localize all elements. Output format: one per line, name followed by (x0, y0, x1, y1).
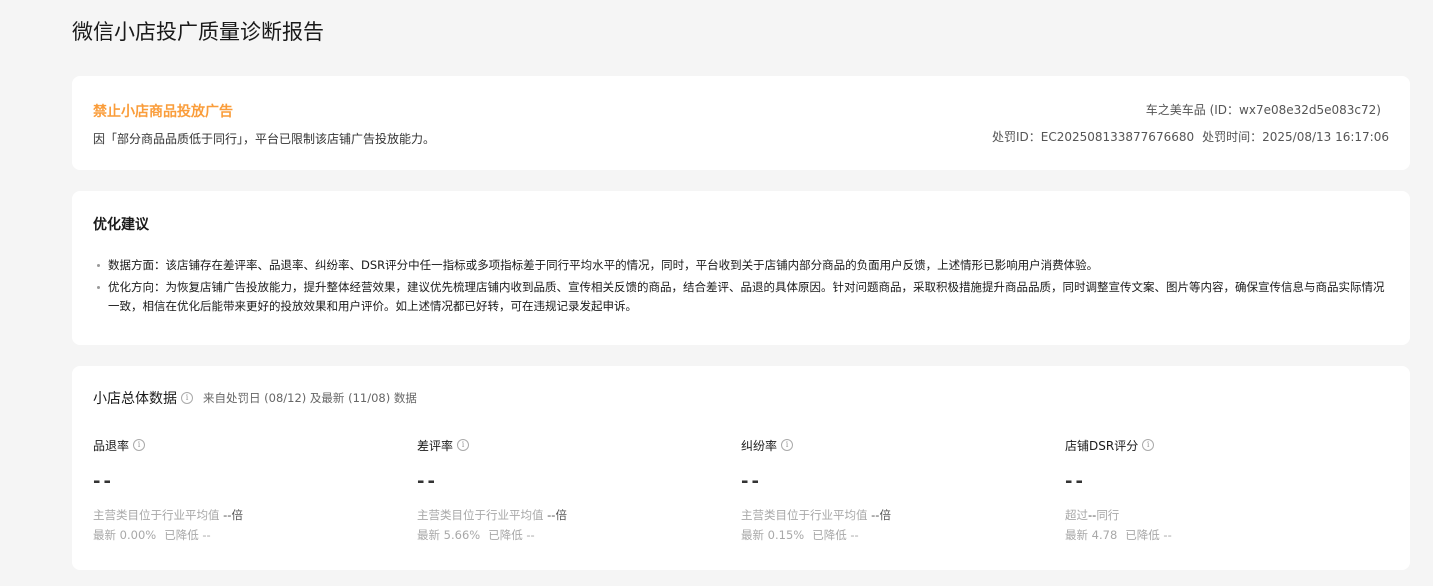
overview-card: 小店总体数据 i 来自处罚日 (08/12) 及最新 (11/08) 数据 品退… (72, 366, 1410, 570)
overview-title: 小店总体数据 (93, 391, 177, 407)
info-icon[interactable]: i (457, 439, 470, 451)
metric-label: 纠纷率 (741, 438, 778, 453)
metric-compare-suffix: 同行 (1096, 508, 1120, 522)
metric-latest-value: 最新 4.78 (1065, 528, 1118, 542)
metric-return-rate: 品退率 i -- 主营类目位于行业平均值 --倍 最新 0.00% 已降低 -- (93, 436, 393, 545)
metric-change: 已降低 -- (1125, 528, 1172, 542)
metric-dsr-score: 店铺DSR评分 i -- 超过--同行 最新 4.78 已降低 -- (1065, 436, 1365, 545)
advice-title: 优化建议 (93, 217, 149, 233)
metric-compare-text: 超过 (1065, 508, 1088, 522)
metric-latest: 最新 4.78 已降低 -- (1065, 525, 1365, 545)
metric-change: 已降低 -- (164, 528, 211, 542)
info-icon[interactable]: i (181, 392, 193, 404)
metric-dispute-rate: 纠纷率 i -- 主营类目位于行业平均值 --倍 最新 0.15% 已降低 -- (741, 436, 1041, 545)
penalty-time: 处罚时间：2025/08/13 16:17:06 (1202, 130, 1389, 144)
metric-industry-compare: 主营类目位于行业平均值 --倍 (417, 505, 717, 525)
metric-label-row: 纠纷率 i (741, 436, 1041, 454)
metric-label: 差评率 (417, 438, 454, 453)
penalty-card: 禁止小店商品投放广告 因「部分商品品质低于同行」，平台已限制该店铺广告投放能力。… (72, 76, 1410, 170)
penalty-id: 处罚ID：EC202508133877676680 (991, 130, 1195, 144)
metric-compare-text: 主营类目位于行业平均值 (741, 508, 868, 522)
metric-industry-compare: 超过--同行 (1065, 505, 1365, 525)
info-icon[interactable]: i (1142, 439, 1155, 451)
metric-label: 品退率 (93, 438, 130, 453)
metric-industry-compare: 主营类目位于行业平均值 --倍 (741, 505, 1041, 525)
metric-compare-text: 主营类目位于行业平均值 (93, 508, 220, 522)
metric-value: -- (741, 471, 762, 492)
overview-source: 来自处罚日 (08/12) 及最新 (11/08) 数据 (203, 391, 417, 405)
metric-label-row: 差评率 i (417, 436, 717, 454)
penalty-meta: 处罚ID：EC202508133877676680 处罚时间：2025/08/13… (992, 128, 1389, 145)
metric-change: 已降低 -- (812, 528, 859, 542)
advice-item: 优化方向：为恢复店铺广告投放能力，提升整体经营效果，建议优先梳理店铺内收到品质、… (96, 278, 1388, 316)
metric-latest: 最新 5.66% 已降低 -- (417, 525, 717, 545)
info-icon[interactable]: i (781, 439, 794, 451)
metric-compare-value: --倍 (871, 508, 891, 522)
info-icon[interactable]: i (133, 439, 146, 451)
metric-label: 店铺DSR评分 (1065, 438, 1139, 453)
advice-item-text: 数据方面：该店铺存在差评率、品退率、纠纷率、DSR评分中任一指标或多项指标差于同… (108, 258, 1099, 272)
metric-latest-value: 最新 0.15% (741, 528, 805, 542)
advice-item: 数据方面：该店铺存在差评率、品退率、纠纷率、DSR评分中任一指标或多项指标差于同… (96, 256, 1388, 275)
metric-value: -- (93, 471, 114, 492)
metric-negative-review-rate: 差评率 i -- 主营类目位于行业平均值 --倍 最新 5.66% 已降低 -- (417, 436, 717, 545)
metric-compare-value: --倍 (547, 508, 567, 522)
penalty-title: 禁止小店商品投放广告 (93, 104, 233, 120)
advice-item-text: 优化方向：为恢复店铺广告投放能力，提升整体经营效果，建议优先梳理店铺内收到品质、… (108, 280, 1385, 313)
metric-compare-value: --倍 (223, 508, 243, 522)
metric-latest-value: 最新 0.00% (93, 528, 157, 542)
overview-header: 小店总体数据 i 来自处罚日 (08/12) 及最新 (11/08) 数据 (93, 388, 417, 408)
metric-value: -- (417, 471, 438, 492)
metric-latest-value: 最新 5.66% (417, 528, 481, 542)
metric-label-row: 品退率 i (93, 436, 393, 454)
store-info: 车之美车品 (ID：wx7e08e32d5e083c72) (1145, 103, 1381, 117)
penalty-description: 因「部分商品品质低于同行」，平台已限制该店铺广告投放能力。 (93, 132, 436, 146)
page-title: 微信小店投广质量诊断报告 (72, 20, 324, 44)
metric-value: -- (1065, 471, 1086, 492)
advice-card: 优化建议 数据方面：该店铺存在差评率、品退率、纠纷率、DSR评分中任一指标或多项… (72, 191, 1410, 345)
metric-compare-text: 主营类目位于行业平均值 (417, 508, 544, 522)
metric-label-row: 店铺DSR评分 i (1065, 436, 1365, 454)
metric-change: 已降低 -- (488, 528, 535, 542)
bullet-dot-icon (97, 264, 100, 267)
advice-list: 数据方面：该店铺存在差评率、品退率、纠纷率、DSR评分中任一指标或多项指标差于同… (96, 256, 1388, 319)
metric-latest: 最新 0.15% 已降低 -- (741, 525, 1041, 545)
metric-latest: 最新 0.00% 已降低 -- (93, 525, 393, 545)
bullet-dot-icon (97, 286, 100, 289)
metric-industry-compare: 主营类目位于行业平均值 --倍 (93, 505, 393, 525)
